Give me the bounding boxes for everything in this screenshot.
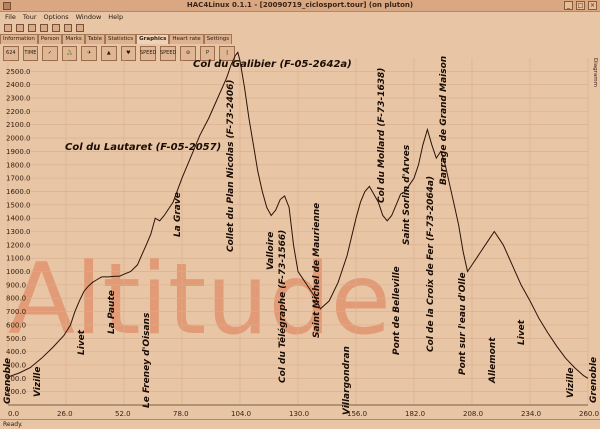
x-tick-label: 234.0 bbox=[521, 410, 541, 418]
annotation-label: Vizille bbox=[33, 367, 43, 398]
y-tick-label: 2100.0 bbox=[6, 121, 31, 129]
annotation-label: Col du Lautaret (F-05-2057) bbox=[65, 142, 221, 153]
annotation-label: Allemont bbox=[488, 337, 498, 384]
status-bar: Ready. bbox=[0, 419, 600, 429]
x-tick-label: 260.0 bbox=[579, 410, 599, 418]
x-tick-label: 104.0 bbox=[231, 410, 251, 418]
annotation-label: La Grave bbox=[173, 192, 183, 237]
y-tick-label: 2400.0 bbox=[6, 81, 31, 89]
y-tick-label: 2300.0 bbox=[6, 95, 31, 103]
x-tick-label: 78.0 bbox=[173, 410, 189, 418]
annotation-label: Valloire bbox=[266, 232, 276, 270]
y-tick-label: 1300.0 bbox=[6, 228, 31, 236]
y-tick-label: 900.0 bbox=[6, 281, 26, 289]
y-tick-label: 2500.0 bbox=[6, 68, 31, 76]
x-tick-label: 130.0 bbox=[289, 410, 309, 418]
annotation-label: Collet du Plan Nicolas (F-73-2406) bbox=[226, 79, 236, 252]
annotation-label: Pont de Belleville bbox=[392, 266, 402, 355]
x-tick-label: 52.0 bbox=[115, 410, 131, 418]
annotation-label: Col du Télégraphe (F-73-1566) bbox=[277, 230, 288, 383]
annotation-label: Grenoble bbox=[589, 357, 599, 403]
x-tick-label: 208.0 bbox=[463, 410, 483, 418]
y-tick-label: 1200.0 bbox=[6, 241, 31, 249]
y-tick-label: 1500.0 bbox=[6, 201, 31, 209]
chart-watermark: Altitude bbox=[8, 243, 391, 357]
y-tick-label: 400.0 bbox=[6, 348, 26, 356]
annotation-label: Barrage de Grand Maison bbox=[439, 56, 449, 185]
y-tick-label: 1000.0 bbox=[6, 268, 31, 276]
annotation-label: Col du Galibier (F-05-2642a) bbox=[193, 59, 352, 70]
chart-annotations: Grenoble Vizille Livet La Paute Le Freney d'… bbox=[3, 56, 599, 415]
x-axis-ticks: 0.0 26.0 52.0 78.0 104.0 130.0 156.0 182.0 208.0… bbox=[8, 410, 599, 418]
y-tick-label: 1400.0 bbox=[6, 215, 31, 223]
y-tick-label: 1700.0 bbox=[6, 175, 31, 183]
annotation-label: Livet bbox=[517, 319, 527, 345]
y-tick-label: 2000.0 bbox=[6, 135, 31, 143]
annotation-label: Vizille bbox=[566, 368, 576, 399]
annotation-label: Col du Mollard (F-73-1638) bbox=[377, 68, 387, 203]
y-tick-label: 600.0 bbox=[6, 321, 26, 329]
annotation-label: Pont sur l'eau d'Olle bbox=[458, 272, 468, 375]
annotation-label: Villargondran bbox=[342, 346, 352, 415]
y-tick-label: 2200.0 bbox=[6, 108, 31, 116]
annotation-label: Le Freney d'Oisans bbox=[142, 312, 152, 408]
x-tick-label: 26.0 bbox=[57, 410, 73, 418]
x-tick-label: 0.0 bbox=[8, 410, 19, 418]
annotation-label: Grenoble bbox=[3, 358, 13, 404]
annotation-label: Livet bbox=[77, 329, 87, 355]
altitude-chart: Altitude 100.0200.0300.0400.0500.0600.07… bbox=[3, 51, 599, 418]
y-tick-label: 1600.0 bbox=[6, 188, 31, 196]
y-tick-label: 800.0 bbox=[6, 295, 26, 303]
y-tick-label: 1100.0 bbox=[6, 255, 31, 263]
y-tick-label: 700.0 bbox=[6, 308, 26, 316]
y-tick-label: 1800.0 bbox=[6, 161, 31, 169]
y-tick-label: 1900.0 bbox=[6, 148, 31, 156]
x-tick-label: 182.0 bbox=[405, 410, 425, 418]
annotation-label: La Paute bbox=[107, 290, 117, 334]
annotation-label: Saint Sorlin d'Arves bbox=[402, 144, 412, 245]
annotation-label: Col de la Croix de Fer (F-73-2064a) bbox=[426, 176, 436, 352]
annotation-label: Saint Michel de Maurienne bbox=[312, 203, 322, 338]
y-tick-label: 500.0 bbox=[6, 335, 26, 343]
